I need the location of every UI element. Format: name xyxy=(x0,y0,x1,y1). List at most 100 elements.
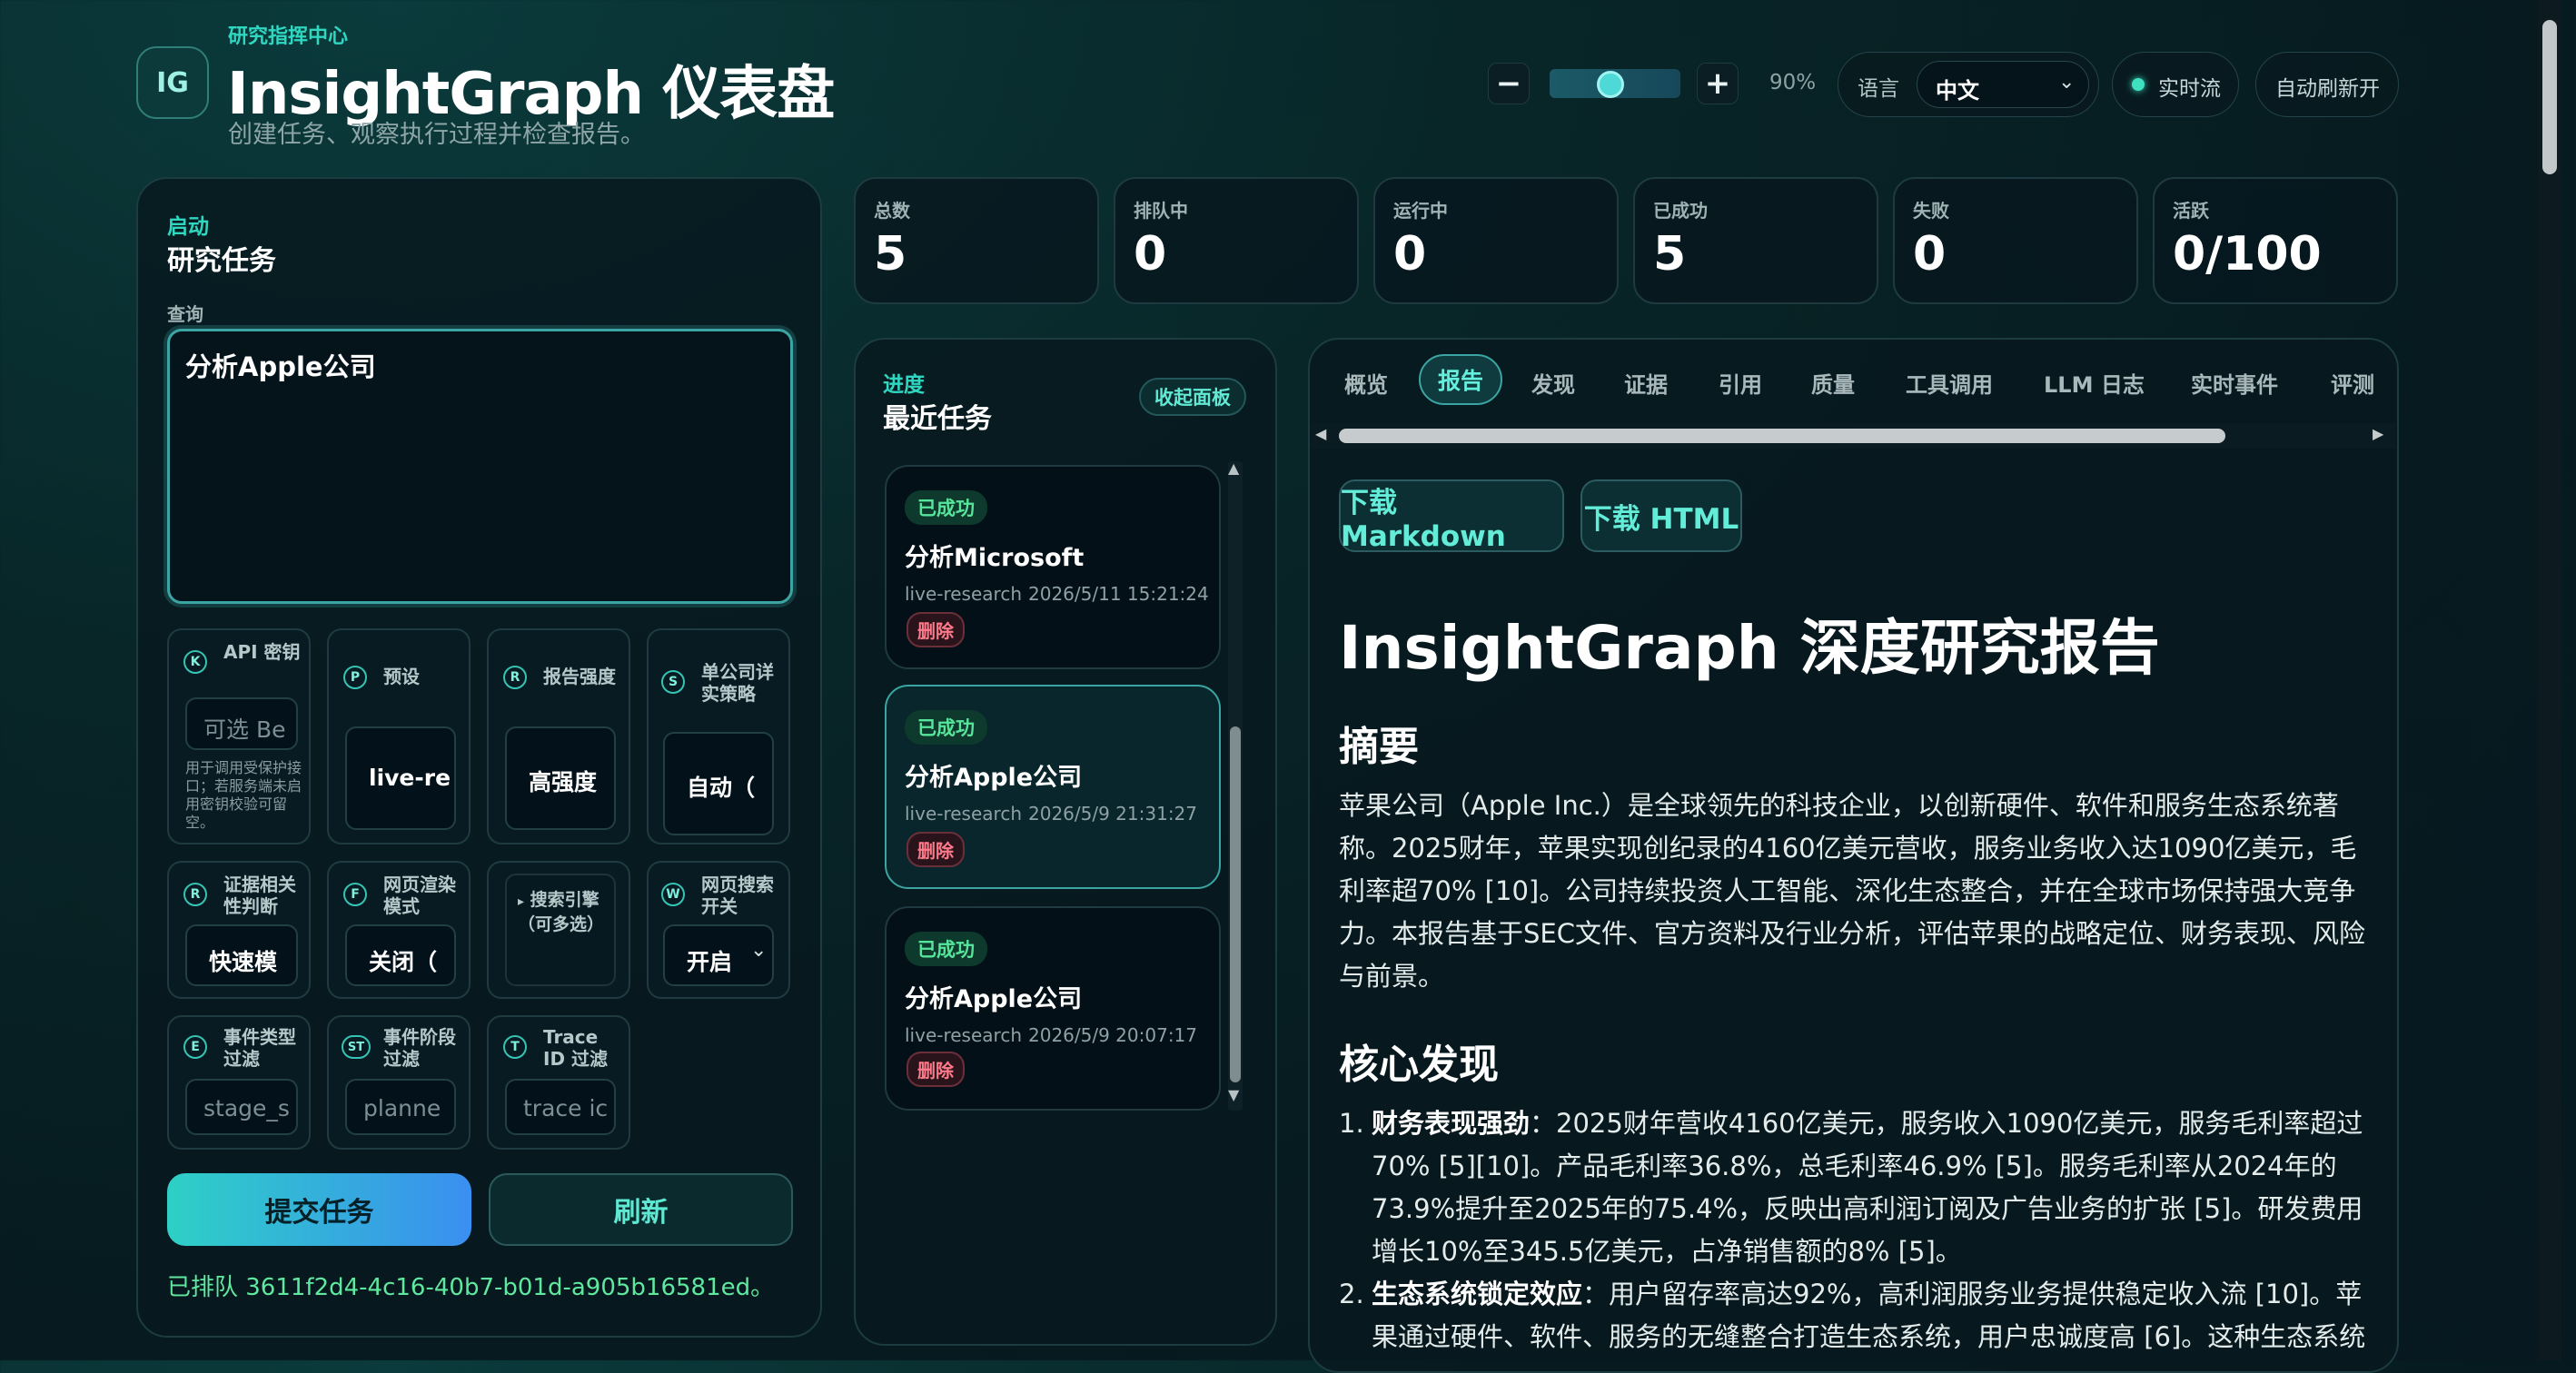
trace-input[interactable]: trace ic xyxy=(505,1079,616,1135)
tab-report[interactable]: 报告 xyxy=(1419,354,1502,405)
api-key-input[interactable]: 可选 Be xyxy=(185,697,298,750)
header-eyebrow: 研究指挥中心 xyxy=(228,25,349,48)
task-list-scroll-thumb[interactable] xyxy=(1230,726,1241,1082)
query-value: 分析Apple公司 xyxy=(185,351,376,382)
summary-paragraph: 苹果公司（Apple Inc.）是全球领先的科技企业，以创新硬件、软件和服务生态… xyxy=(1339,790,2365,992)
stat-label: 运行中 xyxy=(1393,200,1448,222)
single-company-select[interactable]: 自动（ xyxy=(663,732,774,835)
zoom-level-label: 90% xyxy=(1769,71,1817,94)
language-label: 语言 xyxy=(1858,77,1899,101)
task-time: 2026/5/9 20:07:17 xyxy=(1028,1024,1198,1046)
stat-value: 0 xyxy=(1913,227,1947,282)
web-search-label: 网页搜索开关 xyxy=(701,874,774,917)
task-preset: live-research xyxy=(905,803,1022,825)
chevron-down-icon: ⌄ xyxy=(2058,71,2076,94)
findings-list: 1. 财务表现强劲：2025财年营收4160亿美元，服务收入1090亿美元，服务… xyxy=(1339,1102,2370,1358)
auto-refresh-label: 自动刷新开 xyxy=(2275,77,2380,101)
queue-status-message: 已排队 3611f2d4-4c16-40b7-b01d-a905b16581ed… xyxy=(167,1274,775,1301)
web-render-label: 网页渲染模式 xyxy=(383,874,456,917)
report-strength-select[interactable]: 高强度 xyxy=(505,726,616,830)
list-number: 2. xyxy=(1339,1279,1364,1309)
strength-badge-icon: R xyxy=(503,666,527,689)
event-stage-input[interactable]: planne xyxy=(345,1079,456,1135)
preset-select[interactable]: live-re xyxy=(345,726,456,830)
app-logo: IG xyxy=(136,46,209,119)
search-engine-label: 搜索引擎（可多选） xyxy=(518,890,605,934)
tab-evidence[interactable]: 证据 xyxy=(1624,367,1668,399)
tab-findings[interactable]: 发现 xyxy=(1531,367,1575,399)
submit-task-button[interactable]: 提交任务 xyxy=(167,1173,471,1246)
websearch-badge-icon: W xyxy=(661,883,685,906)
event-type-input[interactable]: stage_s xyxy=(185,1079,298,1135)
stat-value: 0 xyxy=(1393,227,1427,282)
expand-triangle-icon: ▸ xyxy=(518,894,525,909)
web-render-select[interactable]: 关闭（ xyxy=(345,924,456,986)
event-type-badge-icon: E xyxy=(183,1035,207,1059)
live-stream-label: 实时流 xyxy=(2158,77,2221,101)
tab-citations[interactable]: 引用 xyxy=(1719,367,1762,399)
download-html-button[interactable]: 下载 HTML xyxy=(1580,479,1742,552)
report-strength-label: 报告强度 xyxy=(543,666,616,687)
api-key-help: 用于调用受保护接口；若服务端未启用密钥校验可留空。 xyxy=(185,759,302,831)
evidence-select[interactable]: 快速模 xyxy=(185,924,298,986)
zoom-slider-handle[interactable] xyxy=(1597,71,1624,98)
refresh-button[interactable]: 刷新 xyxy=(489,1173,793,1246)
chevron-down-icon: ⌄ xyxy=(750,939,768,962)
status-badge: 已成功 xyxy=(905,932,987,966)
launch-eyebrow: 启动 xyxy=(167,215,209,239)
download-markdown-button[interactable]: 下载 Markdown xyxy=(1339,479,1564,553)
report-title: InsightGraph 深度研究报告 xyxy=(1339,613,2160,683)
zoom-out-button[interactable]: − xyxy=(1488,63,1530,104)
api-key-label: API 密钥 xyxy=(223,641,301,663)
stat-value: 0 xyxy=(1134,227,1167,282)
event-stage-badge-icon: ST xyxy=(342,1035,371,1059)
summary-heading: 摘要 xyxy=(1339,724,1419,770)
evidence-badge-icon: R xyxy=(183,883,207,906)
zoom-in-button[interactable]: + xyxy=(1697,63,1739,104)
tab-live-events[interactable]: 实时事件 xyxy=(2191,367,2278,399)
query-label: 查询 xyxy=(167,303,203,325)
page-scroll-thumb[interactable] xyxy=(2542,20,2557,174)
tab-evaluation[interactable]: 评测 xyxy=(2331,367,2374,399)
stat-value: 5 xyxy=(874,227,907,282)
stat-label: 已成功 xyxy=(1653,200,1708,222)
status-badge: 已成功 xyxy=(905,490,987,525)
key-badge-icon: K xyxy=(183,650,207,674)
delete-task-button[interactable]: 删除 xyxy=(907,1052,965,1087)
delete-task-button[interactable]: 删除 xyxy=(907,612,965,647)
tab-llm-log[interactable]: LLM 日志 xyxy=(2044,367,2145,399)
scroll-down-arrow-icon[interactable]: ▼ xyxy=(1228,1086,1239,1103)
task-title: 分析Apple公司 xyxy=(905,985,1083,1013)
progress-eyebrow: 进度 xyxy=(883,373,925,397)
stat-label: 活跃 xyxy=(2173,200,2209,222)
tab-quality[interactable]: 质量 xyxy=(1811,367,1855,399)
page-scrollbar[interactable] xyxy=(2538,0,2561,1360)
page-subtitle: 创建任务、观察执行过程并检查报告。 xyxy=(228,121,645,149)
strategy-badge-icon: S xyxy=(661,670,685,694)
collapse-panel-button[interactable]: 收起面板 xyxy=(1139,378,1246,416)
trace-label: Trace ID 过滤 xyxy=(543,1026,609,1070)
scroll-right-arrow-icon[interactable]: ▶ xyxy=(2373,425,2383,442)
event-stage-label: 事件阶段过滤 xyxy=(383,1026,456,1070)
list-item: 2. 生态系统锁定效应：用户留存率高达92%，高利润服务业务提供稳定收入流 [1… xyxy=(1339,1273,2370,1358)
scroll-up-arrow-icon[interactable]: ▲ xyxy=(1228,459,1239,477)
launch-title: 研究任务 xyxy=(167,245,276,277)
findings-heading: 核心发现 xyxy=(1339,1042,1499,1088)
delete-task-button[interactable]: 删除 xyxy=(907,832,965,867)
tab-tool-calls[interactable]: 工具调用 xyxy=(1906,367,1993,399)
list-item: 1. 财务表现强劲：2025财年营收4160亿美元，服务收入1090亿美元，服务… xyxy=(1339,1102,2370,1273)
status-badge: 已成功 xyxy=(905,710,987,745)
finding-bold: 财务表现强劲 xyxy=(1372,1108,1531,1139)
render-badge-icon: F xyxy=(343,883,367,906)
search-engine-multiselect[interactable]: ▸ 搜索引擎（可多选） xyxy=(505,874,616,986)
single-company-label: 单公司详实策略 xyxy=(701,661,774,705)
stat-value: 0/100 xyxy=(2173,227,2322,282)
tabs-scroll-thumb[interactable] xyxy=(1339,429,2225,443)
finding-bold: 生态系统锁定效应 xyxy=(1372,1279,1583,1309)
tab-overview[interactable]: 概览 xyxy=(1344,367,1388,399)
live-status-dot-icon xyxy=(2132,78,2145,91)
list-number: 1. xyxy=(1339,1108,1364,1139)
stat-label: 排队中 xyxy=(1134,200,1188,222)
scroll-left-arrow-icon[interactable]: ◀ xyxy=(1315,425,1326,442)
task-time: 2026/5/9 21:31:27 xyxy=(1028,803,1198,825)
